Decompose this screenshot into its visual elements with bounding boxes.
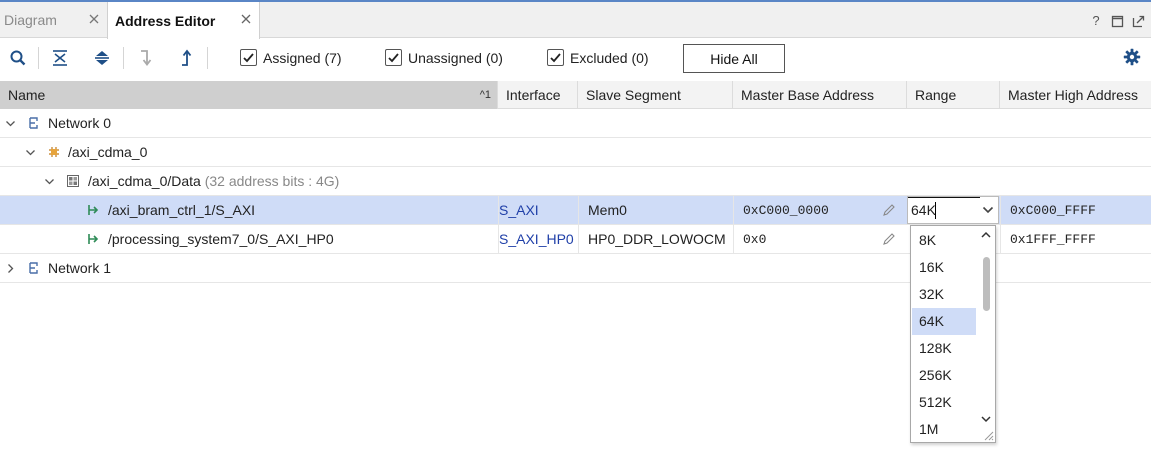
network-icon (29, 117, 38, 129)
range-option[interactable]: 128K (912, 335, 976, 362)
checkbox-box[interactable] (240, 49, 257, 66)
scroll-up-icon[interactable] (980, 229, 992, 241)
ps7-slave-segment: HP0_DDR_LOWOCM (588, 231, 726, 247)
chevron-right-icon[interactable] (5, 263, 16, 274)
toolbar-separator (207, 47, 208, 69)
sort-indicator: ^1 (479, 89, 491, 101)
bram-high-address: 0xC000_FFFF (1010, 203, 1096, 218)
column-header-interface[interactable]: Interface (498, 81, 578, 109)
table-header: Name ^1 Interface Slave Segment Master B… (0, 81, 1151, 109)
ps7-label: /processing_system7_0/S_AXI_HP0 (108, 231, 334, 247)
toolbar-separator (38, 47, 39, 69)
range-option[interactable]: 512K (912, 389, 976, 416)
ps7-high-address: 0x1FFF_FFFF (1010, 232, 1096, 247)
search-icon[interactable] (7, 47, 29, 69)
help-icon[interactable]: ? (1089, 14, 1103, 28)
assigned-checkbox[interactable]: Assigned (7) (240, 49, 342, 66)
column-header-name-label: Name (8, 87, 46, 103)
toolbar: Assigned (7) Unassigned (0) Excluded (0)… (0, 39, 1151, 79)
slave-interface-icon (88, 205, 99, 215)
pencil-icon[interactable] (882, 203, 896, 217)
column-divider (1000, 225, 1001, 254)
data-space-detail: (32 address bits : 4G) (204, 173, 340, 189)
assign-icon[interactable] (134, 47, 156, 69)
expand-all-icon[interactable] (91, 47, 113, 69)
column-divider (733, 196, 734, 225)
bram-slave-segment: Mem0 (588, 202, 627, 218)
network-icon (29, 262, 38, 274)
restore-icon[interactable] (1111, 15, 1124, 28)
excluded-label: Excluded (0) (570, 49, 649, 66)
resize-grip-icon[interactable] (982, 429, 994, 441)
bram-base-address[interactable]: 0xC000_0000 (743, 196, 829, 225)
pencil-icon[interactable] (882, 232, 896, 246)
assigned-label: Assigned (7) (263, 49, 342, 66)
address-space-icon (67, 175, 79, 187)
range-option[interactable]: 1M (912, 416, 976, 443)
column-header-name[interactable]: Name ^1 (0, 81, 498, 109)
window-controls: ? (1089, 14, 1145, 28)
checkmark-icon (388, 53, 399, 63)
slave-interface-icon (88, 234, 99, 244)
chevron-down-icon[interactable] (982, 205, 994, 215)
data-space-label: /axi_cdma_0/Data (32 address bits : 4G) (88, 167, 339, 196)
checkbox-box[interactable] (385, 49, 402, 66)
text-caret (935, 202, 936, 219)
unassign-icon[interactable] (175, 47, 197, 69)
checkmark-icon (550, 53, 561, 63)
close-icon[interactable] (239, 12, 253, 26)
range-option[interactable]: 256K (912, 362, 976, 389)
ps7-interface-link[interactable]: S_AXI_HP0 (499, 225, 574, 254)
checkbox-box[interactable] (547, 49, 564, 66)
tab-diagram[interactable]: Diagram (0, 2, 107, 38)
range-option[interactable]: 8K (912, 227, 976, 254)
chevron-down-icon[interactable] (44, 176, 55, 187)
column-header-master-high-address[interactable]: Master High Address (1000, 81, 1151, 109)
range-dropdown-list: 8K 16K 32K 64K 128K 256K 512K 1M (910, 225, 996, 443)
chevron-down-icon[interactable] (5, 118, 16, 129)
ip-block-icon (49, 147, 59, 157)
bram-label: /axi_bram_ctrl_1/S_AXI (108, 202, 256, 218)
column-divider (578, 196, 579, 225)
column-header-range[interactable]: Range (907, 81, 1000, 109)
column-divider (733, 225, 734, 254)
network-1-label: Network 1 (48, 260, 112, 276)
tab-address-editor[interactable]: Address Editor (107, 2, 260, 39)
toolbar-separator (123, 47, 124, 69)
table-row[interactable]: Network 0 (0, 109, 1151, 138)
table-row[interactable]: /axi_cdma_0/Data (32 address bits : 4G) (0, 167, 1151, 196)
cdma-label: /axi_cdma_0 (68, 144, 148, 160)
bram-interface-link[interactable]: S_AXI (499, 196, 539, 225)
ps7-base-address[interactable]: 0x0 (743, 225, 766, 254)
range-option[interactable]: 16K (912, 254, 976, 281)
scroll-down-icon[interactable] (980, 413, 992, 425)
chevron-down-icon[interactable] (25, 147, 36, 158)
data-space-name: /axi_cdma_0/Data (88, 173, 201, 189)
column-header-slave-segment[interactable]: Slave Segment (578, 81, 733, 109)
close-icon[interactable] (87, 12, 101, 26)
dropdown-scrollbar[interactable] (979, 227, 993, 430)
range-input-value[interactable]: 64K (911, 197, 936, 223)
gear-icon[interactable] (1123, 48, 1141, 66)
column-divider (1000, 196, 1001, 225)
range-option-selected[interactable]: 64K (912, 308, 976, 335)
column-header-master-base-address[interactable]: Master Base Address (733, 81, 907, 109)
unassigned-checkbox[interactable]: Unassigned (0) (385, 49, 503, 66)
collapse-all-icon[interactable] (49, 47, 71, 69)
column-divider (578, 225, 579, 254)
hide-all-button[interactable]: Hide All (683, 44, 785, 73)
network-0-label: Network 0 (48, 115, 112, 131)
range-combobox[interactable]: 64K (907, 196, 999, 224)
unassigned-label: Unassigned (0) (408, 49, 503, 66)
tab-bar: Diagram Address Editor ? (0, 2, 1151, 39)
tab-address-editor-label: Address Editor (115, 12, 216, 29)
tab-diagram-label: Diagram (4, 12, 57, 28)
float-icon[interactable] (1132, 15, 1145, 28)
excluded-checkbox[interactable]: Excluded (0) (547, 49, 649, 66)
checkmark-icon (243, 53, 254, 63)
scrollbar-thumb[interactable] (983, 257, 990, 311)
table-row[interactable]: /axi_cdma_0 (0, 138, 1151, 167)
range-option[interactable]: 32K (912, 281, 976, 308)
